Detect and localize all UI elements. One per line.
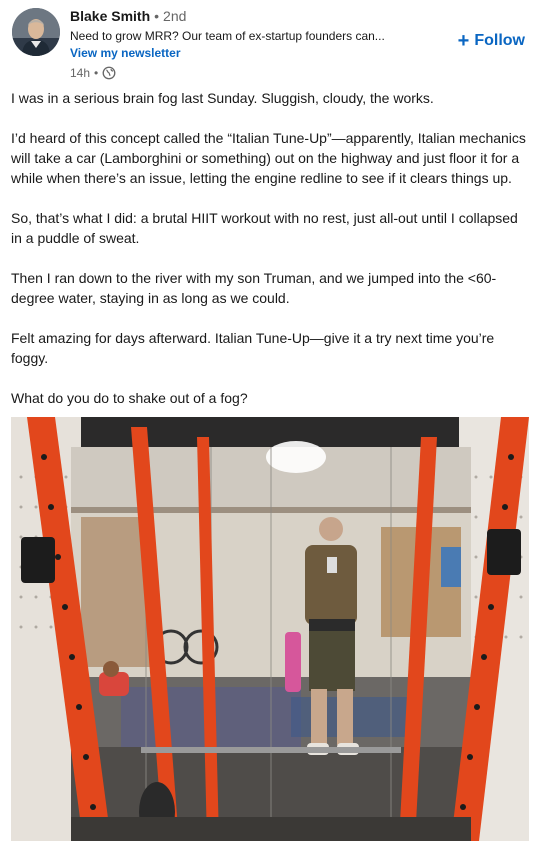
post-paragraph: What do you do to shake out of a fog? xyxy=(11,390,248,406)
author-block: Blake Smith • 2nd Need to grow MRR? Our … xyxy=(70,8,400,82)
post-paragraph: I’d heard of this concept called the “It… xyxy=(11,130,526,186)
author-name[interactable]: Blake Smith xyxy=(70,8,150,24)
post-meta: 14h • xyxy=(70,64,400,82)
post-paragraph: Felt amazing for days afterward. Italian… xyxy=(11,330,495,366)
author-line: Blake Smith • 2nd xyxy=(70,8,400,28)
post-time: 14h xyxy=(70,66,91,80)
gym-mirror-selfie-photo xyxy=(11,417,529,841)
post-header: Blake Smith • 2nd Need to grow MRR? Our … xyxy=(12,8,527,88)
newsletter-link[interactable]: View my newsletter xyxy=(70,44,400,62)
name-separator: • xyxy=(154,8,160,24)
post-paragraph: I was in a serious brain fog last Sunday… xyxy=(11,90,434,106)
follow-label: Follow xyxy=(474,32,525,49)
post-paragraph: Then I ran down to the river with my son… xyxy=(11,270,497,306)
plus-icon: + xyxy=(457,30,470,52)
post-paragraph: So, that’s what I did: a brutal HIIT wor… xyxy=(11,210,518,246)
post-text: I was in a serious brain fog last Sunday… xyxy=(11,88,527,428)
follow-button[interactable]: + Follow xyxy=(457,30,525,52)
connection-degree: 2nd xyxy=(163,8,187,24)
author-headline: Need to grow MRR? Our team of ex-startup… xyxy=(70,29,385,43)
avatar-photo xyxy=(12,8,60,56)
meta-separator: • xyxy=(94,66,99,80)
post-image[interactable] xyxy=(11,417,529,841)
globe-icon xyxy=(102,66,116,80)
avatar[interactable] xyxy=(12,8,60,56)
